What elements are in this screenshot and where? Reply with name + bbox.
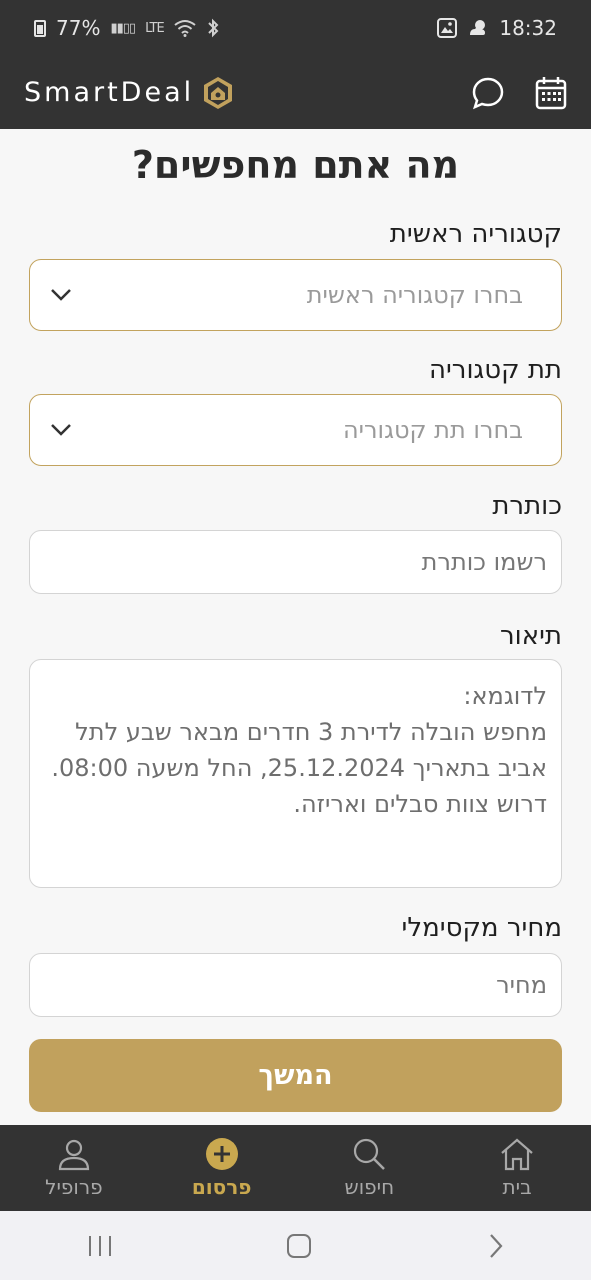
wifi-icon xyxy=(174,20,196,37)
recent-apps-icon[interactable] xyxy=(87,1234,113,1258)
main-category-select[interactable]: בחרו קטגוריה ראשית xyxy=(29,259,562,331)
sub-category-select[interactable]: בחרו תת קטגוריה xyxy=(29,394,562,466)
title-placeholder: רשמו כותרת xyxy=(421,548,547,576)
status-left: 77% ▮▮▯▯ LTE xyxy=(34,16,220,40)
brand-name: SmartDeal xyxy=(24,77,195,108)
gallery-icon xyxy=(437,18,458,38)
search-icon xyxy=(354,1138,386,1170)
max-price-label: מחיר מקסימלי xyxy=(401,913,562,943)
nav-label-post: פרסום xyxy=(191,1175,252,1199)
sub-category-placeholder: בחרו תת קטגוריה xyxy=(342,416,523,444)
nav-item-profile[interactable]: פרופיל xyxy=(14,1137,134,1199)
home-icon xyxy=(501,1138,533,1171)
continue-button[interactable]: המשך xyxy=(29,1039,562,1112)
weather-icon xyxy=(470,20,486,35)
network-type: LTE xyxy=(145,20,165,36)
sub-category-label: תת קטגוריה xyxy=(428,355,562,385)
title-label: כותרת xyxy=(492,491,562,521)
app-header: SmartDeal xyxy=(0,56,591,129)
nav-item-post[interactable]: פרסום xyxy=(162,1137,282,1199)
nav-label-home: בית xyxy=(502,1175,532,1199)
clock: 18:32 xyxy=(499,16,557,40)
status-bar: 77% ▮▮▯▯ LTE 18:32 xyxy=(0,0,591,56)
main-category-label: קטגוריה ראשית xyxy=(389,219,562,249)
description-placeholder-line: מחפש הובלה לדירת 3 חדרים מבאר שבע לתל xyxy=(75,718,547,746)
nav-label-search: חיפוש xyxy=(344,1175,395,1199)
brand-logo-icon xyxy=(204,76,233,109)
search-form: מה אתם מחפשים? קטגוריה ראשית בחרו קטגורי… xyxy=(0,129,591,1125)
battery-level: 77% xyxy=(56,16,101,40)
description-placeholder-line: דרוש צוות סבלים ואריזה. xyxy=(293,790,547,818)
main-category-placeholder: בחרו קטגוריה ראשית xyxy=(306,281,523,309)
description-placeholder-line: לדוגמא: xyxy=(463,682,547,710)
user-icon xyxy=(58,1139,89,1171)
chevron-down-icon xyxy=(51,289,71,301)
chevron-down-icon xyxy=(51,424,71,436)
max-price-input[interactable]: מחיר xyxy=(29,953,562,1017)
brand: SmartDeal xyxy=(24,75,236,111)
back-icon[interactable] xyxy=(486,1233,504,1259)
status-right: 18:32 xyxy=(437,16,557,40)
description-textarea[interactable]: לדוגמא: מחפש הובלה לדירת 3 חדרים מבאר שב… xyxy=(29,659,562,888)
page-title: מה אתם מחפשים? xyxy=(131,143,460,187)
description-label: תיאור xyxy=(499,621,562,651)
signal-icon: ▮▮▯▯ xyxy=(110,20,136,36)
home-button-icon[interactable] xyxy=(286,1233,312,1259)
description-placeholder-line: אביב בתאריך 25.12.2024, החל משעה 08:00. xyxy=(51,754,547,782)
bottom-nav: פרופיל פרסום חיפוש בית xyxy=(0,1125,591,1211)
plus-circle-icon xyxy=(205,1138,238,1170)
calendar-icon[interactable] xyxy=(535,76,567,110)
nav-item-search[interactable]: חיפוש xyxy=(309,1137,429,1199)
title-input[interactable]: רשמו כותרת xyxy=(29,530,562,594)
chat-icon[interactable] xyxy=(471,76,505,110)
bluetooth-icon xyxy=(207,18,219,38)
header-actions xyxy=(471,76,567,110)
system-navigation-bar xyxy=(0,1211,591,1280)
nav-item-home[interactable]: בית xyxy=(457,1137,577,1199)
max-price-placeholder: מחיר xyxy=(496,971,547,999)
nav-label-profile: פרופיל xyxy=(45,1175,103,1199)
battery-icon xyxy=(34,19,46,37)
